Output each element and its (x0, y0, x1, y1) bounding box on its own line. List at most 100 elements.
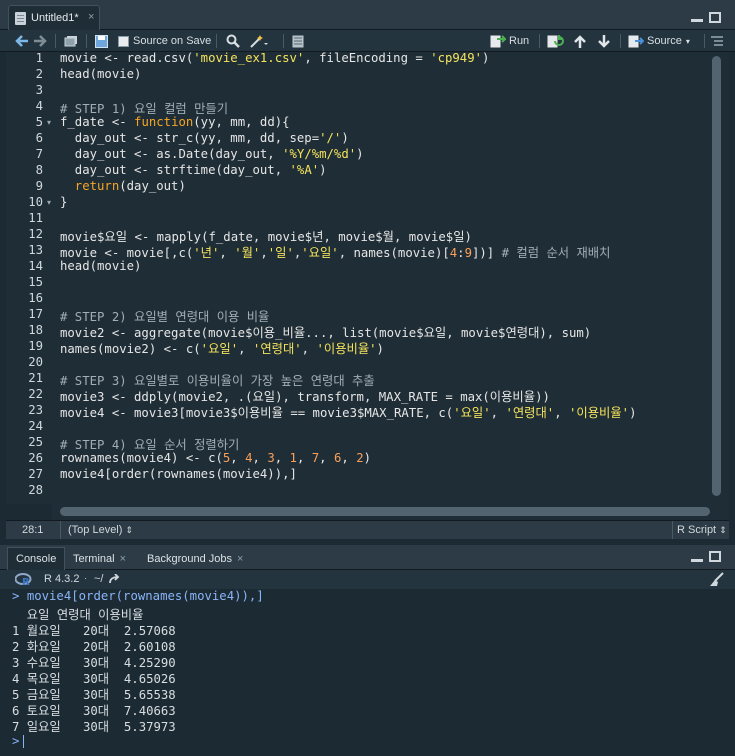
tab-close-icon[interactable]: × (88, 11, 94, 23)
tab-background-jobs[interactable]: Background Jobs × (138, 547, 252, 570)
code-line[interactable]: day_out <- as.Date(day_out, '%Y/%m/%d') (60, 147, 364, 161)
code-line[interactable]: head(movie) (60, 67, 141, 81)
code-token: movie <- read.csv( (60, 51, 194, 65)
code-token: '요일' (301, 246, 339, 260)
console-output[interactable]: > movie4[order(rownames(movie4)),] 요일 연령… (6, 589, 729, 756)
maximize-pane-icon[interactable] (709, 12, 721, 23)
code-token: 4 (245, 451, 253, 465)
minimize-pane-icon[interactable] (691, 559, 703, 562)
line-number: 5 (35, 115, 43, 129)
tab-terminal[interactable]: Terminal × (64, 547, 135, 570)
code-token: '연령대' (252, 342, 302, 356)
tab-label: Console (16, 553, 57, 565)
go-up-arrow-icon[interactable] (574, 33, 586, 49)
source-button[interactable]: Source ▾ (628, 33, 690, 49)
code-line[interactable]: rownames(movie4) <- c(5, 4, 3, 1, 7, 6, … (60, 451, 371, 465)
code-token: '요일' (200, 342, 239, 356)
back-arrow-icon[interactable] (15, 33, 29, 49)
code-token: , (238, 342, 253, 356)
code-editor[interactable]: 1 2 3 4 5 ▾ 6 7 8 9 10 ▾ 11 12 13 14 15 16 17 18 19 20 21 22 23 2… (6, 51, 729, 504)
line-number: 20 (28, 355, 43, 369)
line-number: 14 (28, 259, 43, 273)
line-number: 11 (28, 211, 43, 225)
code-token: rownames(movie4) <- c( (60, 451, 223, 465)
console-command: movie4[order(rownames(movie4)),] (26, 589, 264, 603)
scrollbar-thumb[interactable] (712, 56, 721, 496)
tab-label: Background Jobs (147, 552, 232, 565)
document-outline-icon[interactable] (711, 33, 723, 49)
separator-dot: · (84, 573, 87, 583)
code-line[interactable]: f_date <- function(yy, mm, dd){ (60, 115, 290, 129)
code-line[interactable]: movie4 <- movie3[movie3$이용비율 == movie3$M… (60, 403, 637, 421)
scope-selector[interactable]: (Top Level) ⇕ (68, 524, 133, 536)
forward-arrow-icon[interactable] (33, 33, 47, 49)
editor-vertical-scrollbar[interactable] (703, 52, 729, 504)
code-token: # 컬럼 순서 재배치 (501, 246, 611, 260)
tab-console[interactable]: Console (7, 547, 66, 570)
source-on-save-checkbox[interactable]: Source on Save (118, 33, 211, 49)
checkbox-icon (118, 35, 129, 47)
line-number: 2 (35, 67, 43, 81)
r-version: R 4.3.2 (44, 573, 80, 585)
toolbar-divider (55, 34, 56, 48)
console-input-line[interactable]: > (12, 734, 25, 748)
search-icon[interactable] (226, 33, 240, 49)
show-in-window-icon[interactable] (64, 33, 78, 49)
line-number: 25 (28, 435, 43, 449)
line-number: 26 (28, 451, 43, 465)
code-token: (yy, mm, dd){ (193, 115, 290, 129)
code-line[interactable]: movie <- read.csv('movie_ex1.csv', fileE… (60, 51, 489, 65)
tab-untitled1[interactable]: Untitled1* × (8, 5, 100, 30)
code-token: '%Y/%m/%d' (282, 147, 357, 161)
close-icon[interactable]: × (237, 553, 243, 565)
code-token: # STEP 4) 요일 순서 정렬하기 (60, 438, 240, 452)
close-icon[interactable]: × (120, 553, 126, 565)
code-token: 'cp949' (430, 51, 483, 65)
code-line[interactable]: names(movie2) <- c('요일', '연령대', '이용비율') (60, 339, 384, 357)
code-token: ) (356, 147, 364, 161)
line-number: 24 (28, 419, 43, 433)
toolbar-divider (283, 34, 284, 48)
maximize-pane-icon[interactable] (709, 551, 721, 562)
line-number: 16 (28, 291, 43, 305)
rerun-icon[interactable] (547, 33, 567, 49)
line-number: 1 (35, 51, 43, 65)
go-to-directory-icon[interactable] (109, 574, 121, 584)
minimize-pane-icon[interactable] (691, 19, 703, 22)
output-row: 6 토요일 30대 7.40663 (12, 704, 176, 718)
code-token: , (252, 451, 268, 465)
run-button[interactable]: Run (490, 33, 529, 49)
code-line[interactable]: day_out <- strftime(day_out, '%A') (60, 163, 327, 177)
code-token: } (60, 195, 68, 209)
code-line[interactable]: return(day_out) (60, 179, 186, 193)
scrollbar-thumb[interactable] (60, 507, 710, 516)
code-token: , (219, 246, 235, 260)
broom-clear-icon[interactable] (708, 572, 726, 587)
code-line[interactable]: } (60, 195, 67, 209)
code-line[interactable]: movie <- movie[,c('년', '월','일','요일', nam… (60, 243, 610, 261)
magic-wand-icon[interactable] (249, 33, 269, 49)
line-number: 9 (35, 179, 43, 193)
code-token: head(movie) (60, 67, 142, 81)
editor-horizontal-scrollbar[interactable] (52, 504, 729, 520)
code-token: f_date <- (60, 115, 135, 129)
code-line[interactable]: movie4[order(rownames(movie4)),] (60, 467, 297, 481)
code-token: , (490, 406, 506, 420)
fold-arrow-icon[interactable]: ▾ (47, 198, 51, 207)
code-token: '요일' (453, 406, 491, 420)
code-line[interactable]: head(movie) (60, 259, 141, 273)
fold-arrow-icon[interactable]: ▾ (47, 118, 51, 127)
code-token: function (134, 115, 194, 129)
scope-label: (Top Level) (68, 524, 123, 536)
editor-toolbar: Source on Save Run Source ▾ (0, 30, 735, 52)
filetype-selector[interactable]: R Script ⇕ (677, 524, 727, 536)
code-token: head(movie) (60, 259, 142, 273)
code-line[interactable]: day_out <- str_c(yy, mm, dd, sep='/') (60, 131, 349, 145)
save-icon[interactable] (95, 33, 108, 49)
compile-report-icon[interactable] (292, 33, 304, 49)
line-number: 17 (28, 307, 43, 321)
code-token: '이용비율' (316, 342, 377, 356)
go-down-arrow-icon[interactable] (598, 33, 610, 49)
line-number: 28 (28, 483, 43, 497)
